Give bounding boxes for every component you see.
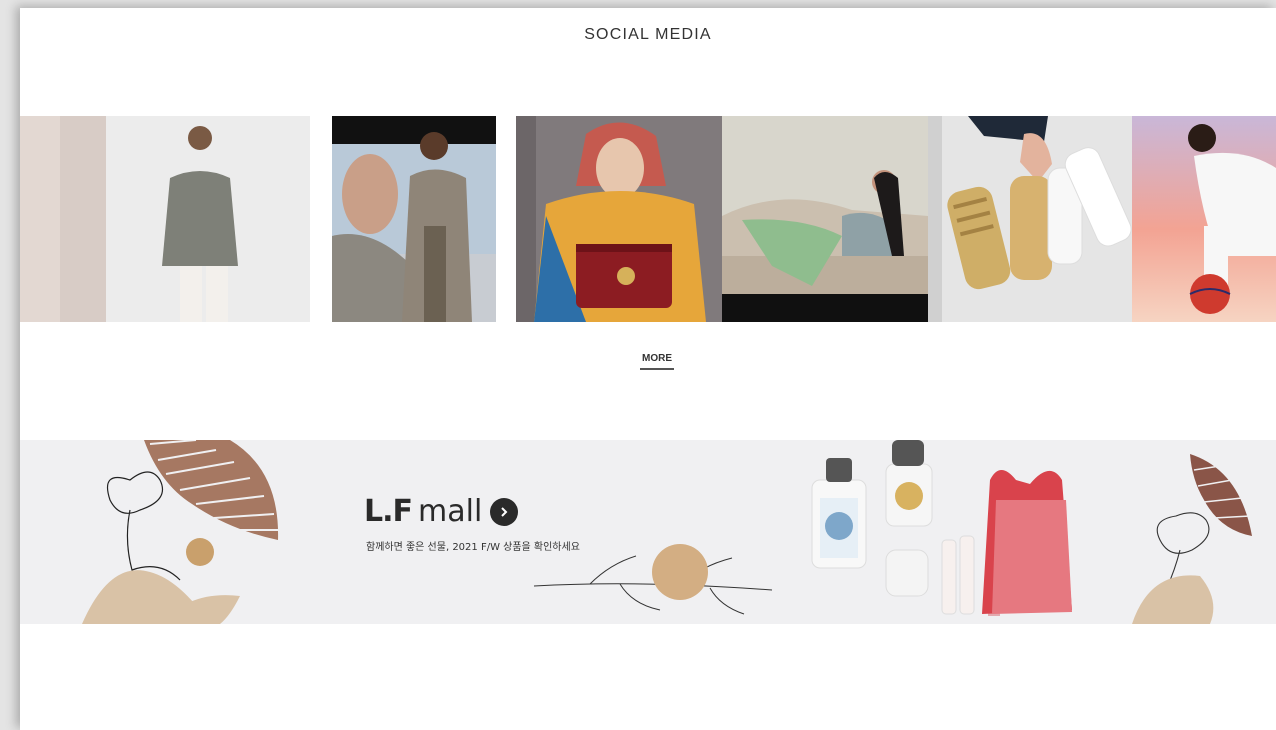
product-cluster-icon [811, 440, 1072, 616]
gallery-image-5 [928, 116, 1132, 322]
gallery-item-3[interactable] [516, 116, 722, 322]
banner-tagline: 함께하면 좋은 선물, 2021 F/W 상품을 확인하세요 [366, 542, 580, 553]
gallery-image-2 [332, 116, 496, 322]
gallery-item-1[interactable] [20, 116, 310, 322]
chevron-right-icon[interactable] [490, 497, 519, 526]
tan-circle-middle-icon [652, 544, 708, 600]
gallery-item-4[interactable] [722, 116, 928, 322]
section-title: SOCIAL MEDIA [584, 26, 712, 43]
gallery-image-6 [1132, 116, 1276, 322]
more-link[interactable]: MORE [640, 353, 674, 370]
banner-illustrations [82, 440, 1252, 624]
gallery-item-5[interactable] [928, 116, 1132, 322]
page-frame: SOCIAL MEDIA MORE L.F mall 함께하면 좋은 선물, 2… [20, 8, 1276, 730]
lf-mall-banner[interactable]: L.F mall 함께하면 좋은 선물, 2021 F/W 상품을 확인하세요 [20, 440, 1276, 624]
tan-leaf-left-icon [82, 570, 240, 624]
gallery-image-1 [20, 116, 310, 322]
striped-leaf-right-icon [1190, 454, 1252, 536]
gallery-image-3 [516, 116, 722, 322]
gallery-image-4 [722, 116, 928, 322]
tan-leaf-right-icon [1132, 575, 1214, 624]
gallery-item-6[interactable] [1132, 116, 1276, 322]
lf-mall-logo: L.F mall [364, 494, 519, 529]
lf-logo-mark: L.F [364, 494, 413, 529]
striped-leaf-left-icon [144, 440, 279, 540]
tan-dot-left-icon [186, 538, 214, 566]
gallery-item-2[interactable] [332, 116, 496, 322]
social-media-gallery [20, 116, 1276, 322]
mall-logo-text: mall [418, 494, 483, 529]
